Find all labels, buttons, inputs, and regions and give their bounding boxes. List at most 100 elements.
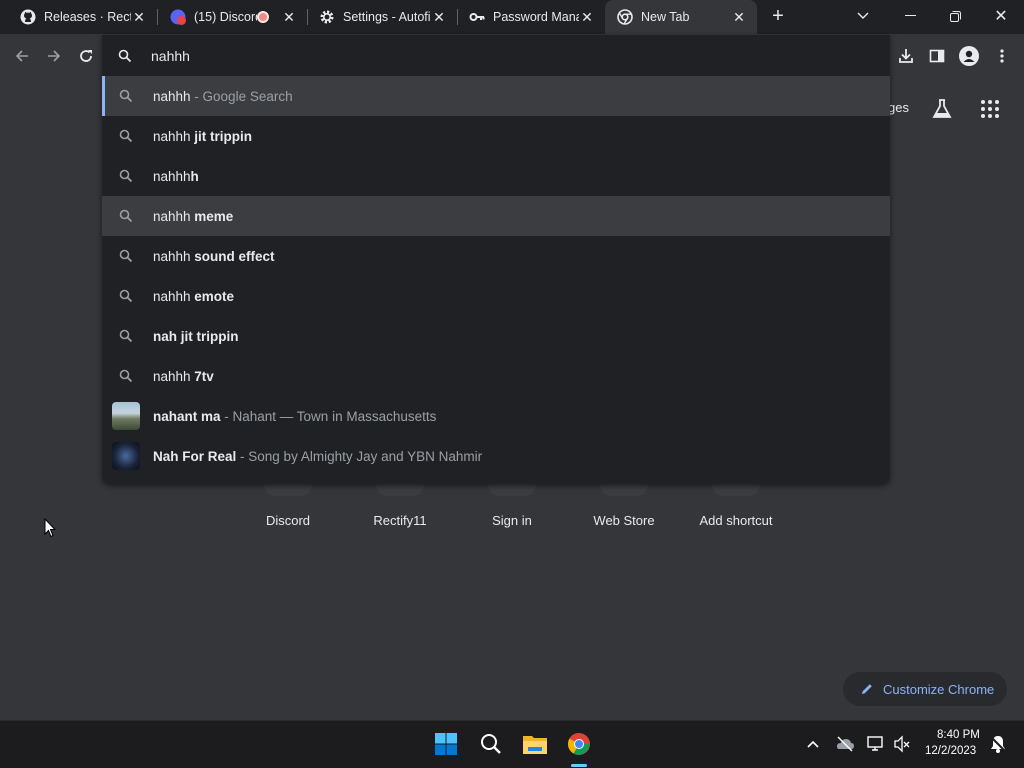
recording-icon xyxy=(257,11,269,23)
discord-icon xyxy=(170,9,186,25)
customize-chrome-label: Customize Chrome xyxy=(883,681,995,697)
minimize-button[interactable] xyxy=(900,6,920,26)
download-button[interactable] xyxy=(894,44,918,68)
omnibox-input-text[interactable]: nahhh xyxy=(151,48,190,64)
suggestion-typed: nahhh xyxy=(153,128,195,144)
tab-password-manager[interactable]: Password Manager ✕ xyxy=(457,0,605,34)
tab-releases[interactable]: Releases · Rectify ✕ xyxy=(0,0,157,34)
forward-button[interactable] xyxy=(42,44,66,68)
shortcut-icon xyxy=(488,484,536,496)
suggestion-typed: nahhh xyxy=(153,248,195,264)
reload-button[interactable] xyxy=(74,44,98,68)
shortcut-web-store[interactable]: Web Store xyxy=(574,513,674,528)
suggestion-row[interactable]: nah jit trippin xyxy=(102,316,890,356)
chrome-taskbar-icon[interactable] xyxy=(563,728,595,760)
suggestion-completion: 7tv xyxy=(194,368,214,384)
active-app-indicator xyxy=(571,764,587,767)
suggestion-completion: nah jit trippin xyxy=(153,328,239,344)
close-window-button[interactable]: ✕ xyxy=(990,5,1012,27)
suggestion-row[interactable]: Nah For Real - Song by Almighty Jay and … xyxy=(102,436,890,476)
suggestion-row[interactable]: nahhh emote xyxy=(102,276,890,316)
onedrive-offline-icon[interactable] xyxy=(835,735,855,753)
suggestion-typed: nahhh xyxy=(153,208,195,224)
suggestion-typed: nahhh xyxy=(153,288,195,304)
suggestion-row[interactable]: nahant ma - Nahant — Town in Massachuset… xyxy=(102,396,890,436)
suggestion-row[interactable]: nahhh meme xyxy=(102,196,890,236)
gear-icon xyxy=(319,9,335,25)
clock-date[interactable]: 12/2/2023 xyxy=(925,745,976,757)
shortcut-icon xyxy=(600,484,648,496)
shortcut-rectify11[interactable]: Rectify11 xyxy=(350,513,450,528)
tab-discord[interactable]: (15) Discord ✕ xyxy=(157,0,307,34)
file-explorer-icon[interactable] xyxy=(519,728,551,760)
search-icon xyxy=(116,329,136,343)
notification-bell-icon[interactable] xyxy=(988,734,1008,754)
tab-title: Settings - Autofill xyxy=(343,10,431,24)
shortcut-icon xyxy=(712,484,760,496)
omnibox[interactable]: nahhh xyxy=(102,35,890,76)
suggestion-entity-title: nahant ma xyxy=(153,408,221,424)
tab-title: Releases · Rectify xyxy=(44,10,131,24)
back-button[interactable] xyxy=(10,44,34,68)
shortcut-sign-in[interactable]: Sign in xyxy=(462,513,562,528)
pencil-icon xyxy=(860,682,874,696)
new-tab-button[interactable]: + xyxy=(767,5,789,27)
suggestion-suffix: - Song by Almighty Jay and YBN Nahmir xyxy=(236,448,483,464)
suggestion-entity-title: Nah For Real xyxy=(153,448,237,464)
shortcut-icon xyxy=(264,484,312,496)
tab-settings[interactable]: Settings - Autofill ✕ xyxy=(307,0,457,34)
song-thumbnail-image xyxy=(112,442,140,470)
suggestion-completion: h xyxy=(190,168,199,184)
suggestion-row[interactable]: nahhh h xyxy=(102,156,890,196)
mouse-cursor-icon xyxy=(44,517,57,543)
suggestion-suffix: - Google Search xyxy=(190,88,293,104)
suggestion-row[interactable]: nahhh 7tv xyxy=(102,356,890,396)
omnibox-dropdown: nahhh nahhh - Google Search nahhh jit tr… xyxy=(102,35,890,484)
search-icon xyxy=(116,369,136,383)
tab-search-chevron-icon[interactable] xyxy=(853,6,873,26)
menu-kebab-icon[interactable] xyxy=(990,44,1014,68)
key-icon xyxy=(469,9,485,25)
search-icon xyxy=(116,249,136,263)
tab-title: New Tab xyxy=(641,10,690,24)
close-icon[interactable]: ✕ xyxy=(281,9,297,25)
suggestion-completion: sound effect xyxy=(194,248,275,264)
search-icon xyxy=(116,289,136,303)
close-icon[interactable]: ✕ xyxy=(579,9,595,25)
suggestion-suffix: - Nahant — Town in Massachusetts xyxy=(220,408,437,424)
windows-start-icon[interactable] xyxy=(430,728,462,760)
suggestion-completion: jit trippin xyxy=(194,128,253,144)
suggestion-row[interactable]: nahhh - Google Search xyxy=(102,76,890,116)
labs-flask-icon[interactable] xyxy=(930,97,954,121)
tab-new-tab[interactable]: New Tab ✕ xyxy=(605,0,757,34)
clock-time[interactable]: 8:40 PM xyxy=(937,729,980,741)
tab-title: Password Manager xyxy=(493,10,579,24)
shortcut-icon xyxy=(376,484,424,496)
suggestion-typed: nahhh xyxy=(153,168,191,184)
tab-title: (15) Discord xyxy=(194,10,257,24)
search-icon[interactable] xyxy=(475,728,507,760)
search-icon xyxy=(116,169,136,183)
suggestion-row[interactable]: nahhh sound effect xyxy=(102,236,890,276)
volume-muted-icon[interactable] xyxy=(893,735,911,753)
close-icon[interactable]: ✕ xyxy=(431,9,447,25)
search-icon xyxy=(118,49,132,63)
side-panel-button[interactable] xyxy=(925,44,949,68)
suggestion-row[interactable]: nahhh jit trippin xyxy=(102,116,890,156)
suggestion-typed: nahhh xyxy=(153,368,195,384)
restore-button[interactable] xyxy=(945,6,965,26)
tab-strip: Releases · Rectify ✕ (15) Discord ✕ Sett… xyxy=(0,0,1024,34)
apps-grid-icon[interactable] xyxy=(979,98,1001,120)
search-icon xyxy=(116,129,136,143)
nahant-thumbnail-image xyxy=(112,402,140,430)
customize-chrome-button[interactable]: Customize Chrome xyxy=(843,672,1007,706)
chevron-up-icon[interactable] xyxy=(805,736,821,752)
profile-avatar[interactable] xyxy=(957,44,981,68)
shortcut-discord[interactable]: Discord xyxy=(238,513,338,528)
shortcut-add[interactable]: Add shortcut xyxy=(686,513,786,528)
close-icon[interactable]: ✕ xyxy=(731,9,747,25)
network-icon[interactable] xyxy=(866,735,886,753)
suggestion-completion: meme xyxy=(194,208,234,224)
images-link[interactable]: ges xyxy=(888,100,909,115)
close-icon[interactable]: ✕ xyxy=(131,9,147,25)
